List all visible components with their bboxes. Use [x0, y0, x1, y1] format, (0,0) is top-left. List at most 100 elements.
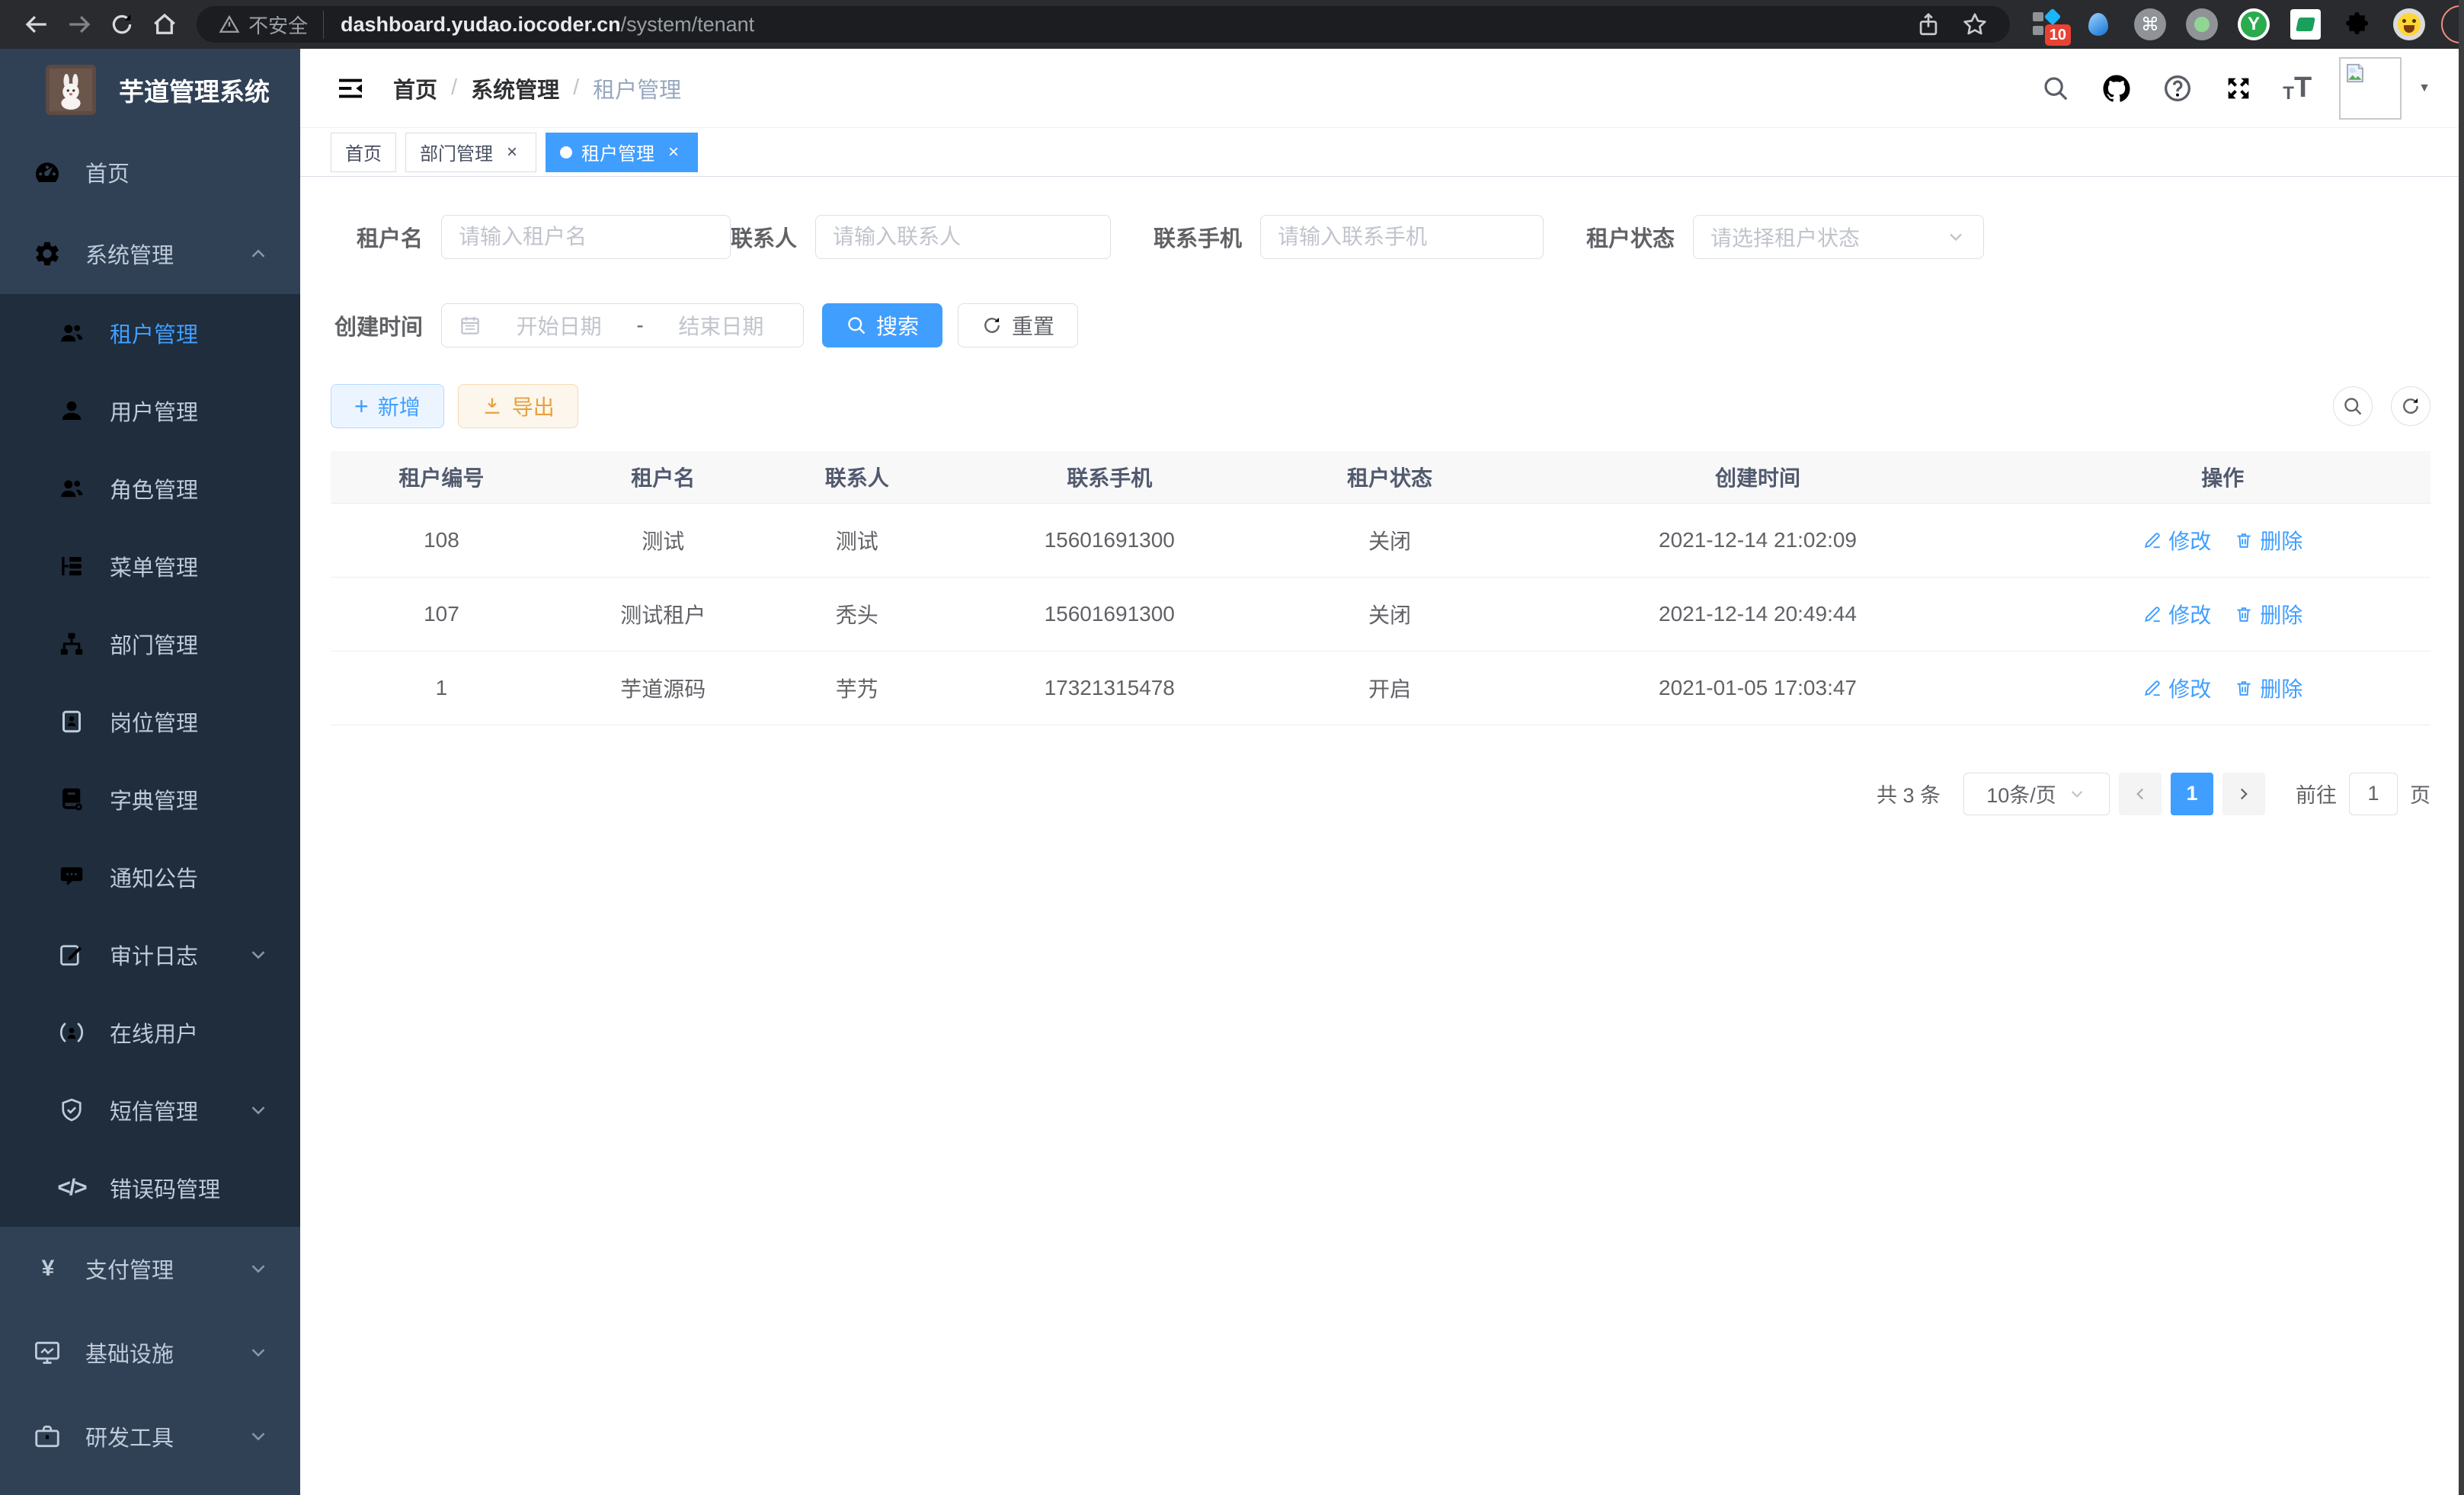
yen-icon: ¥	[32, 1253, 62, 1284]
sidebar-item-15[interactable]: 基础设施	[0, 1311, 300, 1394]
sidebar-item-label: 审计日志	[110, 939, 198, 971]
sidebar-item-13[interactable]: </>错误码管理	[0, 1149, 300, 1227]
tag-close-icon[interactable]: ×	[664, 142, 683, 162]
cell-created: 2021-12-14 20:49:44	[1500, 577, 2014, 651]
cell-contact: 测试	[774, 503, 940, 577]
search-button[interactable]: 搜索	[822, 303, 942, 347]
github-icon[interactable]	[2100, 72, 2133, 105]
user-avatar[interactable]	[2339, 57, 2402, 120]
tag-close-icon[interactable]: ×	[502, 142, 522, 162]
goto-label: 前往	[2296, 779, 2337, 808]
sidebar-item-0[interactable]: 首页	[0, 131, 300, 213]
add-button[interactable]: + 新增	[331, 384, 444, 428]
sidebar-item-9[interactable]: 通知公告	[0, 838, 300, 916]
sidebar-item-10[interactable]: 审计日志	[0, 916, 300, 994]
chevron-down-icon	[2067, 784, 2087, 804]
browser-back-button[interactable]	[15, 3, 58, 46]
cell-actions: 修改删除	[2015, 577, 2430, 651]
sidebar-item-11[interactable]: 在线用户	[0, 994, 300, 1071]
date-range-picker[interactable]: 开始日期 - 结束日期	[441, 303, 804, 347]
edit-link[interactable]: 修改	[2142, 525, 2211, 555]
prev-page-button[interactable]	[2119, 773, 2162, 815]
export-button[interactable]: 导出	[458, 384, 578, 428]
extension-record-icon[interactable]	[2185, 8, 2219, 41]
delete-link[interactable]: 删除	[2234, 599, 2302, 629]
navbar: 首页 / 系统管理 / 租户管理 TT ▼	[300, 49, 2464, 128]
header-search-icon[interactable]	[2039, 72, 2072, 105]
security-indicator[interactable]: 不安全	[218, 11, 324, 39]
browser-home-button[interactable]	[143, 3, 186, 46]
bookmark-star-icon[interactable]	[1961, 11, 1989, 38]
delete-link[interactable]: 删除	[2234, 673, 2302, 703]
browser-reload-button[interactable]	[101, 3, 143, 46]
sidebar-item-label: 角色管理	[110, 472, 198, 504]
edit-link[interactable]: 修改	[2142, 673, 2211, 703]
status-select[interactable]: 请选择租户状态	[1693, 215, 1984, 259]
extension-balloon-icon[interactable]	[2082, 8, 2115, 41]
goto-page-input[interactable]	[2349, 773, 2398, 815]
chevron-down-icon	[247, 1341, 270, 1364]
edit-link[interactable]: 修改	[2142, 599, 2211, 629]
sidebar-item-5[interactable]: 菜单管理	[0, 527, 300, 605]
app-logo-row[interactable]: 芋道管理系统	[0, 49, 300, 131]
page-size-select[interactable]: 10条/页	[1963, 773, 2110, 815]
page-number-button[interactable]: 1	[2171, 773, 2213, 815]
font-size-icon[interactable]: TT	[2283, 72, 2312, 104]
extensions-puzzle-icon[interactable]	[2341, 8, 2374, 41]
sidebar-item-label: 短信管理	[110, 1094, 198, 1126]
sidebar-item-1[interactable]: 系统管理	[0, 213, 300, 294]
chevron-down-icon	[1945, 226, 1966, 248]
pen-icon	[2142, 604, 2162, 624]
breadcrumb-home[interactable]: 首页	[393, 72, 437, 104]
delete-link[interactable]: 删除	[2234, 525, 2302, 555]
chevron-down-icon	[247, 1099, 270, 1122]
extension-command-icon[interactable]: ⌘	[2133, 8, 2167, 41]
tag-tenant[interactable]: 租户管理 ×	[546, 133, 698, 172]
cell-id: 108	[331, 503, 552, 577]
message-icon	[56, 862, 87, 892]
reset-button[interactable]: 重置	[958, 303, 1078, 347]
cell-mobile: 15601691300	[940, 577, 1279, 651]
share-icon[interactable]	[1915, 11, 1941, 37]
sidebar-item-2[interactable]: 租户管理	[0, 294, 300, 372]
show-search-toggle-button[interactable]	[2333, 386, 2373, 426]
column-header: 操作	[2015, 451, 2430, 503]
table-row: 108测试测试15601691300关闭2021-12-14 21:02:09修…	[331, 503, 2430, 577]
sidebar-item-8[interactable]: 字典管理	[0, 760, 300, 838]
security-label: 不安全	[248, 11, 308, 39]
tenant-name-input[interactable]	[459, 225, 713, 249]
extension-chat-icon[interactable]	[2289, 8, 2322, 41]
tag-dept[interactable]: 部门管理 ×	[405, 133, 536, 172]
extension-tabs-icon[interactable]: 10	[2030, 8, 2063, 41]
cell-actions: 修改删除	[2015, 651, 2430, 725]
address-bar[interactable]: 不安全 dashboard.yudao.iocoder.cn/system/te…	[197, 6, 2010, 43]
sidebar-toggle-icon[interactable]	[334, 72, 367, 105]
column-header: 租户名	[552, 451, 774, 503]
tag-home[interactable]: 首页	[331, 133, 396, 172]
breadcrumb-section[interactable]: 系统管理	[471, 72, 559, 104]
sidebar-item-4[interactable]: 角色管理	[0, 450, 300, 527]
pen-icon	[2142, 530, 2162, 550]
cell-name: 芋道源码	[552, 651, 774, 725]
sidebar-item-7[interactable]: 岗位管理	[0, 683, 300, 760]
sidebar-item-12[interactable]: 短信管理	[0, 1071, 300, 1149]
sidebar-item-14[interactable]: ¥支付管理	[0, 1227, 300, 1311]
sidebar-item-3[interactable]: 用户管理	[0, 372, 300, 450]
next-page-button[interactable]	[2222, 773, 2265, 815]
avatar-caret-icon[interactable]: ▼	[2418, 82, 2430, 95]
refresh-table-button[interactable]	[2391, 386, 2430, 426]
contact-input[interactable]	[833, 225, 1093, 249]
mobile-input[interactable]	[1278, 225, 1526, 249]
user-icon	[56, 395, 87, 426]
pen-icon	[2142, 678, 2162, 698]
sidebar-item-6[interactable]: 部门管理	[0, 605, 300, 683]
fullscreen-icon[interactable]	[2222, 72, 2255, 105]
profile-avatar-icon[interactable]	[2392, 8, 2426, 41]
browser-forward-button[interactable]	[58, 3, 101, 46]
sidebar: 芋道管理系统 首页系统管理租户管理用户管理角色管理菜单管理部门管理岗位管理字典管…	[0, 49, 300, 1495]
column-header: 创建时间	[1500, 451, 2014, 503]
sidebar-item-16[interactable]: 研发工具	[0, 1394, 300, 1478]
extension-y-icon[interactable]: Y	[2237, 8, 2270, 41]
help-icon[interactable]	[2161, 72, 2194, 105]
sidebar-item-label: 租户管理	[110, 317, 198, 349]
